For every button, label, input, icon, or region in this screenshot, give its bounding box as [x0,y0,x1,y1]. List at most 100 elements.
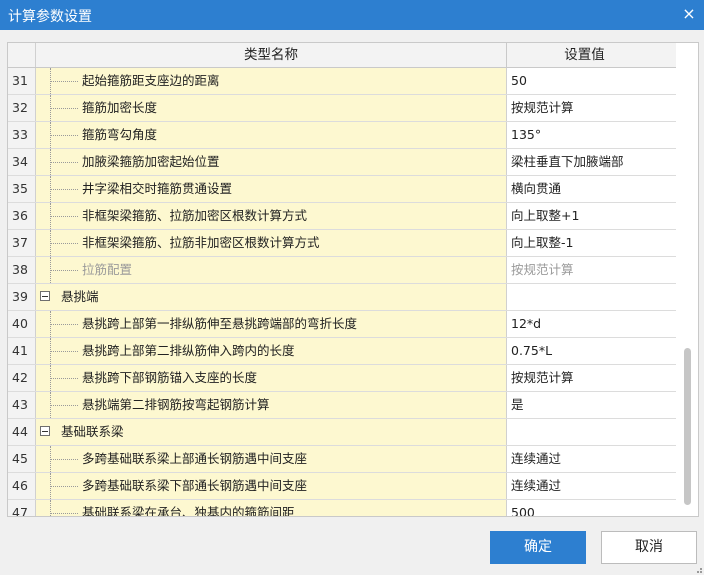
value-cell[interactable]: 向上取整-1 [507,230,658,256]
tree-connector [44,257,78,283]
table-row[interactable]: 33 箍筋弯勾角度 135° [8,122,676,149]
name-cell: 基础联系梁在承台、独基内的箍筋间距 [36,500,507,516]
cancel-button[interactable]: 取消 [601,531,697,564]
name-cell: 悬挑跨下部钢筋锚入支座的长度 [36,365,507,391]
table-row[interactable]: 43 悬挑端第二排钢筋按弯起钢筋计算 是 [8,392,676,419]
row-number: 32 [8,95,36,121]
row-number-header [8,43,36,67]
parameter-name: 悬挑跨上部第二排纵筋伸入跨内的长度 [82,343,295,358]
table-row[interactable]: 47 基础联系梁在承台、独基内的箍筋间距 500 [8,500,676,517]
table-row[interactable]: 45 多跨基础联系梁上部通长钢筋遇中间支座 连续通过 [8,446,676,473]
value-cell[interactable]: 横向贯通 [507,176,658,202]
value-cell[interactable]: 12*d [507,311,658,337]
parameter-grid: 类型名称 设置值 31 起始箍筋距支座边的距离 50 32 箍筋加密长度 按规范计算 33 箍… [8,43,676,517]
value-cell[interactable]: 按规范计算 [507,257,658,283]
parameter-value: 按规范计算 [511,370,574,385]
parameter-value: 12*d [511,316,542,331]
name-cell: 箍筋弯勾角度 [36,122,507,148]
row-number: 37 [8,230,36,256]
value-cell[interactable]: 连续通过 [507,446,658,472]
table-row[interactable]: 36 非框架梁箍筋、拉筋加密区根数计算方式 向上取整+1 [8,203,676,230]
value-column-header[interactable]: 设置值 [507,43,658,67]
name-cell: 箍筋加密长度 [36,95,507,121]
parameter-name: 拉筋配置 [82,262,133,277]
table-row[interactable]: 32 箍筋加密长度 按规范计算 [8,95,676,122]
tree-connector [44,95,78,121]
collapse-icon[interactable] [40,291,50,301]
parameter-value: 连续通过 [511,451,562,466]
parameter-value: 按规范计算 [511,262,574,277]
table-row[interactable]: 34 加腋梁箍筋加密起始位置 梁柱垂直下加腋端部 [8,149,676,176]
parameter-value: 50 [511,73,527,88]
parameter-table-panel: 类型名称 设置值 31 起始箍筋距支座边的距离 50 32 箍筋加密长度 按规范计算 33 箍… [7,42,699,517]
value-cell[interactable]: 连续通过 [507,473,658,499]
row-number: 43 [8,392,36,418]
table-row[interactable]: 37 非框架梁箍筋、拉筋非加密区根数计算方式 向上取整-1 [8,230,676,257]
tree-connector [44,311,78,337]
name-cell: 多跨基础联系梁上部通长钢筋遇中间支座 [36,446,507,472]
value-cell[interactable]: 向上取整+1 [507,203,658,229]
parameter-name: 多跨基础联系梁下部通长钢筋遇中间支座 [82,478,308,493]
close-icon[interactable]: × [680,4,698,24]
table-row[interactable]: 41 悬挑跨上部第二排纵筋伸入跨内的长度 0.75*L [8,338,676,365]
parameter-name: 多跨基础联系梁上部通长钢筋遇中间支座 [82,451,308,466]
name-column-header[interactable]: 类型名称 [36,43,507,67]
value-cell[interactable]: 500 [507,500,658,517]
parameter-name: 井字梁相交时箍筋贯通设置 [82,181,233,196]
value-cell[interactable]: 50 [507,68,658,94]
value-cell[interactable]: 按规范计算 [507,365,658,391]
parameter-value: 按规范计算 [511,100,574,115]
parameter-name: 基础联系梁 [61,424,124,439]
parameter-value: 向上取整-1 [511,235,574,250]
name-cell: 悬挑跨上部第一排纵筋伸至悬挑跨端部的弯折长度 [36,311,507,337]
value-cell [507,419,658,445]
scrollbar-thumb[interactable] [684,348,691,505]
group-row[interactable]: 44 基础联系梁 [8,419,676,446]
row-number: 39 [8,284,36,310]
name-cell: 拉筋配置 [36,257,507,283]
tree-connector [44,392,78,418]
parameter-value: 横向贯通 [511,181,562,196]
collapse-icon[interactable] [40,426,50,436]
parameter-name: 箍筋加密长度 [82,100,158,115]
parameter-name: 悬挑跨上部第一排纵筋伸至悬挑跨端部的弯折长度 [82,316,358,331]
row-number: 44 [8,419,36,445]
name-cell: 起始箍筋距支座边的距离 [36,68,507,94]
table-row[interactable]: 46 多跨基础联系梁下部通长钢筋遇中间支座 连续通过 [8,473,676,500]
tree-connector [44,203,78,229]
tree-connector [44,149,78,175]
value-cell[interactable]: 是 [507,392,658,418]
parameter-name: 悬挑端 [61,289,99,304]
value-cell[interactable]: 135° [507,122,658,148]
row-number: 35 [8,176,36,202]
tree-connector [44,122,78,148]
tree-connector [44,230,78,256]
window-title: 计算参数设置 [8,9,92,25]
row-number: 45 [8,446,36,472]
parameter-name: 悬挑跨下部钢筋锚入支座的长度 [82,370,258,385]
resize-grip-icon[interactable] [694,565,702,573]
row-number: 42 [8,365,36,391]
value-cell[interactable]: 梁柱垂直下加腋端部 [507,149,658,175]
tree-connector [44,338,78,364]
value-cell [507,284,658,310]
tree-connector [44,68,78,94]
row-number: 34 [8,149,36,175]
group-row[interactable]: 39 悬挑端 [8,284,676,311]
table-row[interactable]: 42 悬挑跨下部钢筋锚入支座的长度 按规范计算 [8,365,676,392]
parameter-name: 悬挑端第二排钢筋按弯起钢筋计算 [82,397,270,412]
table-row[interactable]: 35 井字梁相交时箍筋贯通设置 横向贯通 [8,176,676,203]
ok-button[interactable]: 确定 [490,531,586,564]
table-row[interactable]: 40 悬挑跨上部第一排纵筋伸至悬挑跨端部的弯折长度 12*d [8,311,676,338]
tree-connector [44,446,78,472]
parameter-name: 非框架梁箍筋、拉筋非加密区根数计算方式 [82,235,320,250]
value-cell[interactable]: 0.75*L [507,338,658,364]
tree-connector [44,500,78,516]
table-row[interactable]: 38 拉筋配置 按规范计算 [8,257,676,284]
vertical-scrollbar[interactable] [677,43,696,514]
name-cell: 非框架梁箍筋、拉筋非加密区根数计算方式 [36,230,507,256]
table-row[interactable]: 31 起始箍筋距支座边的距离 50 [8,68,676,95]
parameter-value: 500 [511,505,535,517]
row-number: 40 [8,311,36,337]
value-cell[interactable]: 按规范计算 [507,95,658,121]
